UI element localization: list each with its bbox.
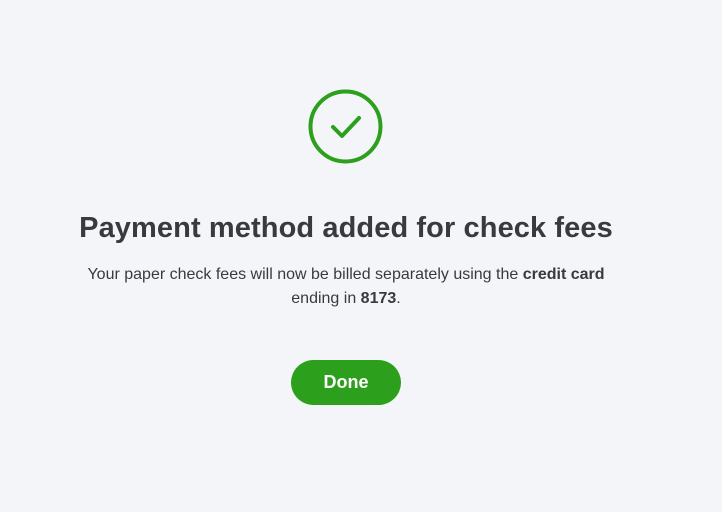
card-type: credit card	[522, 266, 605, 283]
message-text-ending: ending in	[291, 290, 361, 307]
card-last-four: 8173	[360, 290, 397, 307]
done-button[interactable]: Done	[291, 360, 401, 405]
message-period: .	[396, 290, 401, 307]
checkmark-circle-icon	[308, 89, 383, 164]
confirmation-panel: Payment method added for check fees Your…	[0, 0, 722, 512]
message-text: Your paper check fees will now be billed…	[87, 266, 523, 283]
page-title: Payment method added for check fees	[79, 212, 613, 244]
confirmation-message: Your paper check fees will now be billed…	[76, 263, 616, 311]
